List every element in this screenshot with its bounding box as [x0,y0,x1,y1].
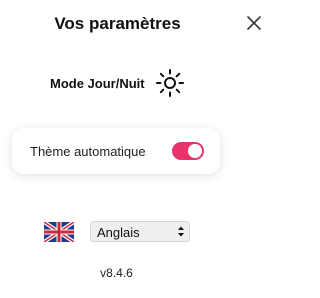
auto-theme-card: Thème automatique [12,128,220,174]
language-row: Anglais [0,221,273,243]
page-title: Vos paramètres [54,14,181,33]
day-night-mode-label: Mode Jour/Nuit [50,76,145,91]
app-version: v8.4.6 [100,266,133,280]
auto-theme-label: Thème automatique [30,144,146,159]
language-select[interactable]: Anglais [90,221,190,242]
auto-theme-toggle[interactable] [172,142,204,160]
language-selected-value: Anglais [97,225,140,240]
select-arrows-icon [177,225,185,238]
uk-flag-icon [44,222,74,242]
toggle-knob [188,144,202,158]
day-night-mode-row: Mode Jour/Nuit [0,68,273,98]
settings-panel: Vos paramètres Mode Jour/Nuit Thème auto… [0,0,273,298]
close-icon[interactable] [247,16,261,30]
sun-icon[interactable] [155,68,185,98]
